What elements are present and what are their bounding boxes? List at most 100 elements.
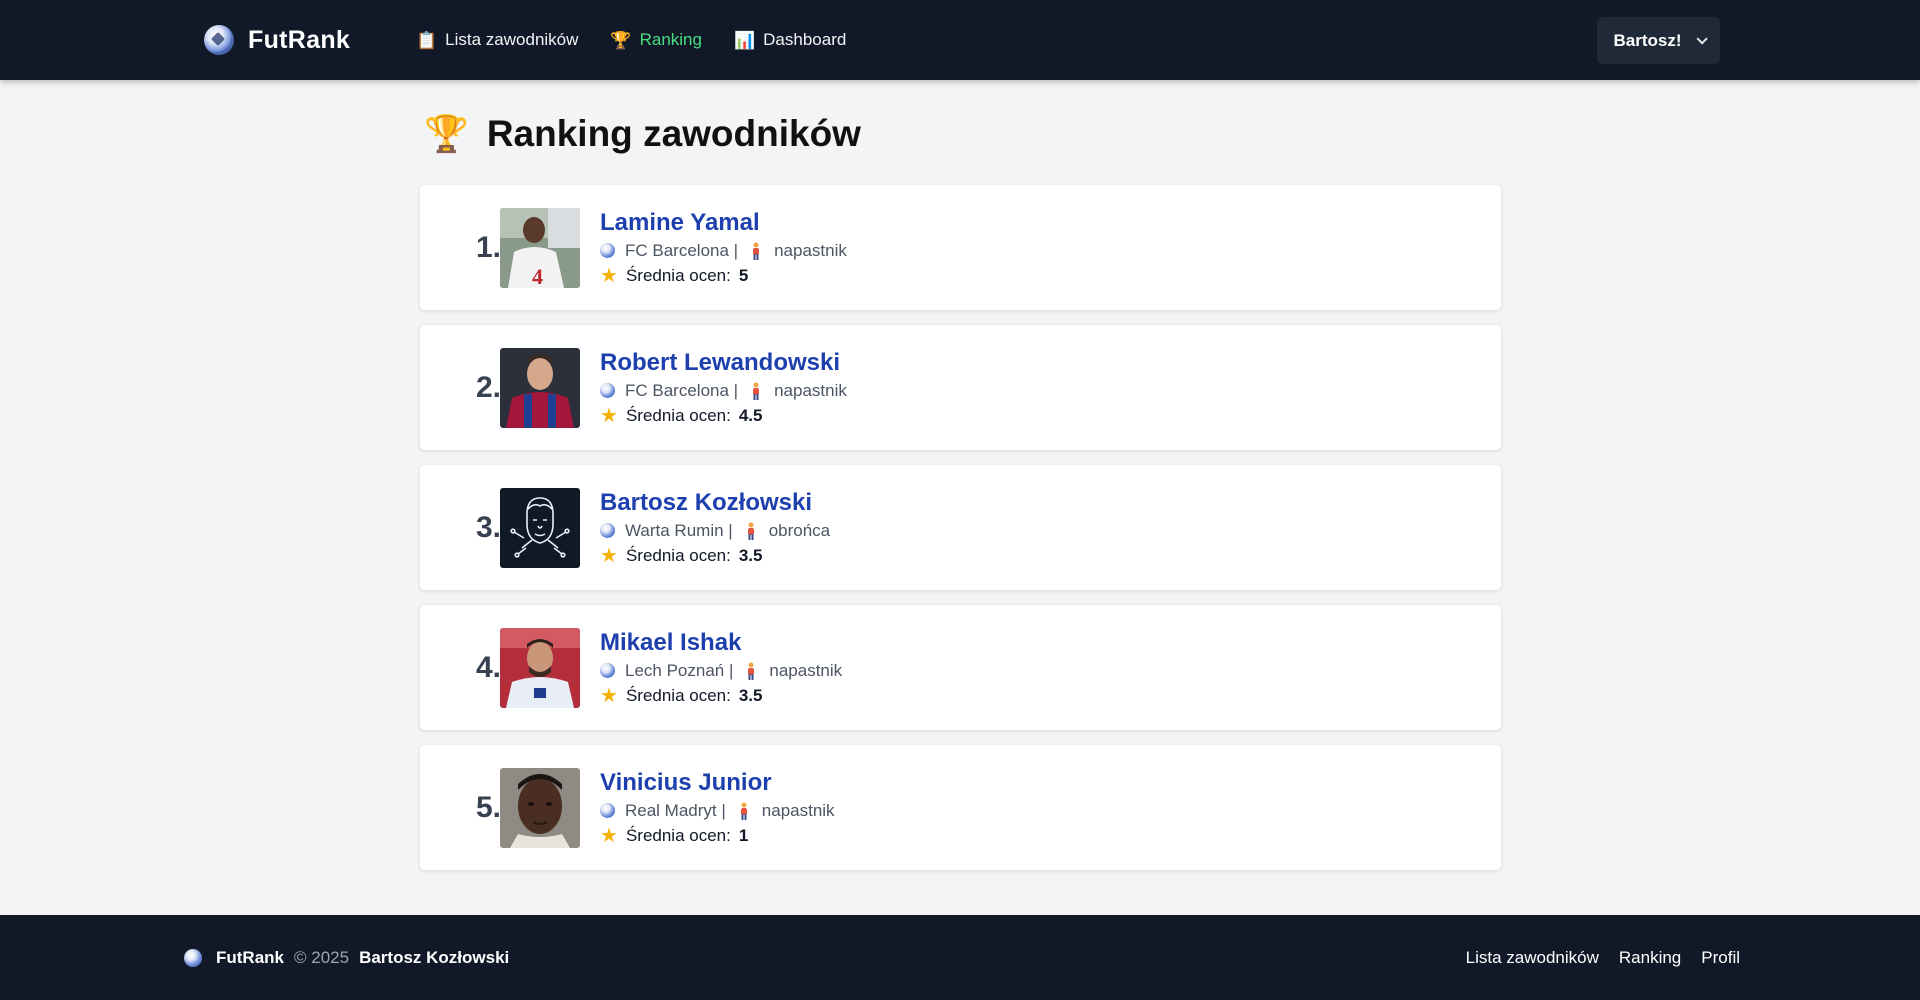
trophy-icon: 🏆 — [610, 30, 632, 50]
soccer-ball-icon — [204, 25, 234, 55]
person-icon — [753, 382, 760, 400]
player-rating: ★ Średnia ocen: 3.5 — [600, 684, 842, 707]
player-name-link[interactable]: Mikael Ishak — [600, 629, 842, 657]
rating-value: 1 — [738, 826, 749, 845]
player-info: Mikael Ishak Lech Poznań | napastnik ★ Ś… — [600, 629, 842, 707]
player-meta: Warta Rumin | obrońca — [600, 519, 830, 542]
player-avatar — [500, 768, 580, 848]
rating-label: Średnia ocen: — [625, 546, 731, 565]
player-name-link[interactable]: Robert Lewandowski — [600, 349, 847, 377]
rating-label: Średnia ocen: — [625, 406, 731, 425]
player-club: Lech Poznań | — [625, 661, 734, 680]
rank-number: 3. — [475, 510, 501, 544]
rating-value: 5 — [738, 266, 749, 285]
rank-number: 1. — [475, 230, 501, 264]
player-name-link[interactable]: Bartosz Kozłowski — [600, 489, 830, 517]
trophy-icon: 🏆 — [424, 113, 469, 154]
player-position: napastnik — [769, 661, 843, 680]
rating-value: 3.5 — [738, 686, 763, 705]
footer-link-ranking[interactable]: Ranking — [1619, 948, 1681, 968]
player-club: Warta Rumin | — [625, 521, 733, 540]
player-info: Vinicius Junior Real Madryt | napastnik … — [600, 769, 835, 847]
player-info: Lamine Yamal FC Barcelona | napastnik ★ … — [600, 209, 847, 287]
rating-label: Średnia ocen: — [625, 686, 731, 705]
ranking-card: 5. Vinicius Junior Real Madryt | napastn… — [420, 745, 1501, 870]
footer: FutRank © 2025 Bartosz Kozłowski Lista z… — [0, 915, 1920, 1000]
soccer-ball-icon — [600, 663, 615, 678]
star-icon: ★ — [600, 824, 618, 847]
top-navbar: FutRank 📋 Lista zawodników 🏆 Ranking 📊 D… — [0, 0, 1920, 80]
player-rating: ★ Średnia ocen: 4.5 — [600, 404, 847, 427]
nav-label: Dashboard — [763, 30, 847, 49]
brand-link[interactable]: FutRank — [204, 0, 350, 80]
rank-number: 2. — [475, 370, 501, 404]
nav-lista-zawodnikow[interactable]: 📋 Lista zawodników — [416, 30, 578, 50]
star-icon: ★ — [600, 264, 618, 287]
player-meta: FC Barcelona | napastnik — [600, 239, 847, 262]
player-club: FC Barcelona | — [625, 241, 739, 260]
bar-chart-icon: 📊 — [733, 30, 756, 50]
soccer-ball-icon — [600, 383, 615, 398]
rating-label: Średnia ocen: — [625, 266, 731, 285]
player-meta: FC Barcelona | napastnik — [600, 379, 847, 402]
clipboard-icon: 📋 — [416, 30, 438, 50]
rank-number: 5. — [475, 790, 501, 824]
star-icon: ★ — [600, 404, 618, 427]
player-name-link[interactable]: Lamine Yamal — [600, 209, 847, 237]
ranking-card: 4. Mikael Ishak Lech Poznań | napastnik — [420, 605, 1501, 730]
rating-value: 4.5 — [738, 406, 763, 425]
person-icon — [748, 662, 755, 680]
footer-link-profil[interactable]: Profil — [1701, 948, 1740, 968]
player-avatar — [500, 488, 580, 568]
user-menu-label: Bartosz! — [1613, 30, 1682, 50]
soccer-ball-icon — [600, 523, 615, 538]
nav-label: Ranking — [639, 30, 702, 49]
footer-link-lista-zawodnikow[interactable]: Lista zawodników — [1466, 948, 1599, 968]
player-position: napastnik — [774, 241, 847, 260]
player-position: napastnik — [761, 801, 835, 820]
person-icon — [740, 802, 747, 820]
ranking-card: 2. Robert Lewandowski FC Barcelona | nap… — [420, 325, 1501, 450]
player-position: obrońca — [768, 521, 831, 540]
player-info: Robert Lewandowski FC Barcelona | napast… — [600, 349, 847, 427]
page-title: 🏆 Ranking zawodników — [424, 108, 861, 160]
ranking-card: 1. 4 Lamine Yamal FC Barcelona | napastn… — [420, 185, 1501, 310]
player-position: napastnik — [774, 381, 847, 400]
player-club: Real Madryt | — [625, 801, 726, 820]
svg-text:4: 4 — [532, 264, 543, 288]
soccer-ball-icon — [600, 243, 615, 258]
player-rating: ★ Średnia ocen: 5 — [600, 264, 847, 287]
user-menu-button[interactable]: Bartosz! — [1597, 17, 1720, 64]
ranking-card: 3. Bartosz Kozłowski Warta Rumin | obroń… — [420, 465, 1501, 590]
player-rating: ★ Średnia ocen: 1 — [600, 824, 835, 847]
player-rating: ★ Średnia ocen: 3.5 — [600, 544, 830, 567]
page-title-text: Ranking zawodników — [486, 113, 861, 154]
brand-name: FutRank — [248, 25, 351, 54]
footer-copyright: © 2025 — [294, 947, 350, 967]
player-info: Bartosz Kozłowski Warta Rumin | obrońca … — [600, 489, 830, 567]
nav-dashboard[interactable]: 📊 Dashboard — [734, 30, 846, 50]
player-club: FC Barcelona | — [625, 381, 739, 400]
player-meta: Real Madryt | napastnik — [600, 799, 835, 822]
nav-label: Lista zawodników — [445, 30, 579, 49]
footer-credits: FutRank © 2025 Bartosz Kozłowski — [184, 915, 509, 1000]
person-icon — [753, 242, 760, 260]
footer-author: Bartosz Kozłowski — [359, 947, 510, 967]
nav-ranking[interactable]: 🏆 Ranking — [610, 30, 702, 50]
player-meta: Lech Poznań | napastnik — [600, 659, 842, 682]
player-avatar: 4 — [500, 208, 580, 288]
chevron-down-icon — [1695, 32, 1708, 45]
player-name-link[interactable]: Vinicius Junior — [600, 769, 835, 797]
player-avatar — [500, 348, 580, 428]
soccer-ball-icon — [184, 948, 202, 967]
footer-brand: FutRank — [216, 947, 284, 967]
footer-links: Lista zawodników Ranking Profil — [1466, 915, 1740, 1000]
soccer-ball-icon — [600, 803, 615, 818]
person-icon — [747, 522, 754, 540]
main-nav: 📋 Lista zawodników 🏆 Ranking 📊 Dashboard — [416, 0, 846, 80]
ranking-list: 1. 4 Lamine Yamal FC Barcelona | napastn… — [420, 185, 1501, 885]
rating-label: Średnia ocen: — [625, 826, 731, 845]
star-icon: ★ — [600, 544, 618, 567]
player-avatar — [500, 628, 580, 708]
rank-number: 4. — [475, 650, 501, 684]
